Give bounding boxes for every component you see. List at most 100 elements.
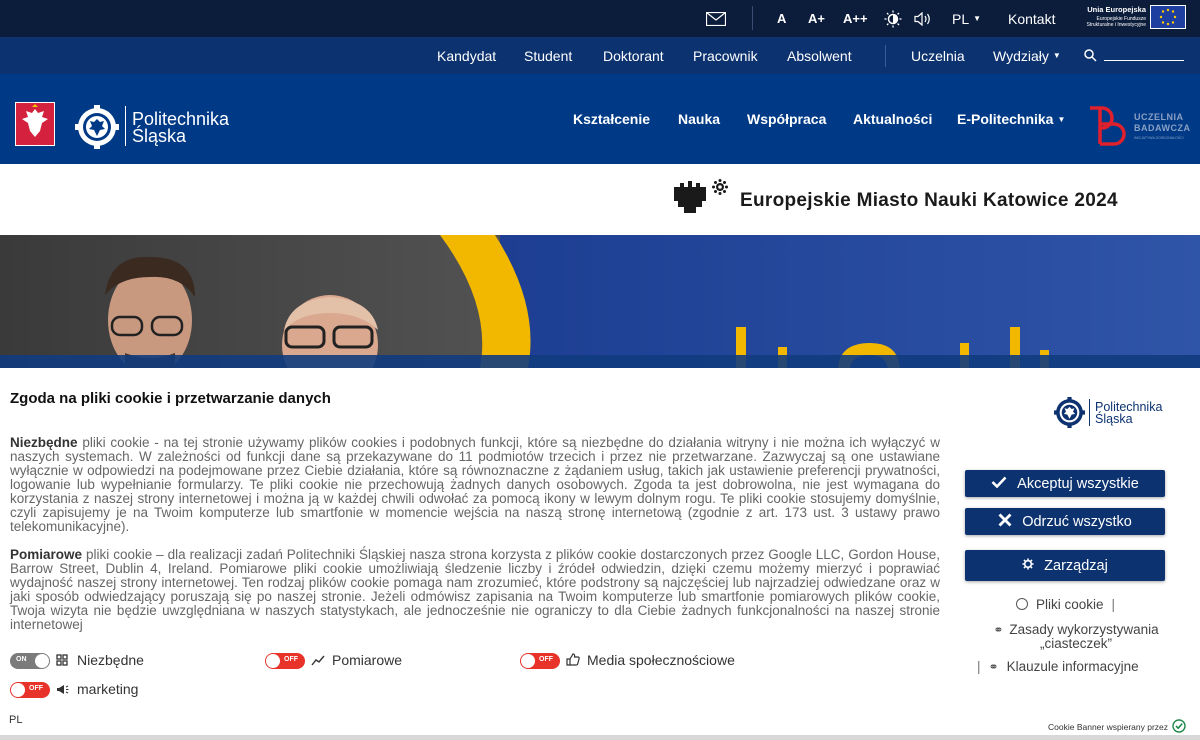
chevron-down-icon: ▼ xyxy=(973,14,982,23)
toggle-state-label: OFF xyxy=(284,656,298,663)
toggle-analytics[interactable]: OFF xyxy=(265,653,305,669)
reject-all-label: Odrzuć wszystko xyxy=(1022,513,1132,530)
search-icon[interactable] xyxy=(1084,37,1097,74)
shield-check-icon xyxy=(1172,719,1186,735)
top-utility-bar: A A+ A++ PL ▼ Kontakt Unia Europejska Eu… xyxy=(0,0,1200,37)
font-size-medium-button[interactable]: A+ xyxy=(808,0,825,37)
link-separator: | xyxy=(977,659,981,674)
cookie-analytics-text: Pomiarowe pliki cookie – dla realizacji … xyxy=(10,548,940,632)
toggle-knob xyxy=(521,654,535,668)
megaphone-icon xyxy=(56,684,69,698)
cookie-necessary-heading: Niezbędne xyxy=(10,435,78,450)
scroll-strip xyxy=(0,735,1200,740)
eu-title: Unia Europejska xyxy=(1087,5,1146,14)
nav-uczelnia[interactable]: Uczelnia xyxy=(911,37,965,74)
category-label-necessary: Niezbędne xyxy=(77,652,144,668)
reject-all-button[interactable]: Odrzuć wszystko xyxy=(965,508,1165,535)
cookie-title: Zgoda na pliki cookie i przetwarzanie da… xyxy=(10,390,331,407)
emn-title: Europejskie Miasto Nauki Katowice 2024 xyxy=(740,190,1118,211)
eu-flag-icon xyxy=(1150,5,1186,29)
manage-label: Zarządzaj xyxy=(1044,557,1108,574)
chevron-down-icon: ▼ xyxy=(1052,51,1061,60)
nav-pracownik[interactable]: Pracownik xyxy=(693,37,758,74)
powered-by-label: Cookie Banner wspierany przez xyxy=(1048,722,1169,732)
eu-logo: Unia Europejska Europejskie Fundusze Str… xyxy=(1076,4,1188,32)
eu-subtitle-2: Strukturalne i Inwestycyjne xyxy=(1086,22,1146,28)
language-code[interactable]: PL xyxy=(9,714,22,726)
emn-logo-icon xyxy=(674,179,728,213)
search-input[interactable] xyxy=(1104,60,1184,61)
check-icon xyxy=(991,476,1007,492)
contrast-icon[interactable] xyxy=(884,0,902,37)
badge-line3: INICJATYWA DOSKONAŁOŚCI xyxy=(1134,136,1184,140)
thumbs-up-icon xyxy=(566,653,580,669)
nav-wspolpraca[interactable]: Współpraca xyxy=(747,74,826,164)
cookie-necessary-body: pliki cookie - na tej stronie używamy pl… xyxy=(10,435,940,534)
nav-wydzialy-label: Wydziały xyxy=(993,47,1049,64)
poland-emblem-icon xyxy=(15,102,55,146)
info-clauses-label: Klauzule informacyjne xyxy=(1006,659,1139,674)
language-label: PL xyxy=(952,10,970,27)
toggle-knob xyxy=(266,654,280,668)
cookie-analytics-heading: Pomiarowe xyxy=(10,547,83,562)
cookie-rules-label-2: „ciasteczek” xyxy=(1039,636,1112,651)
manage-button[interactable]: Zarządzaj xyxy=(965,550,1165,581)
logo-name-line2: Śląska xyxy=(132,126,187,146)
research-university-badge[interactable]: UCZELNIA BADAWCZA INICJATYWA DOSKONAŁOŚC… xyxy=(1086,104,1190,150)
gear-emblem-icon xyxy=(1054,397,1085,428)
chevron-down-icon: ▼ xyxy=(1057,114,1066,124)
category-label-analytics: Pomiarowe xyxy=(332,652,403,668)
link-icon: ⚭ xyxy=(993,623,1004,637)
contact-link[interactable]: Kontakt xyxy=(1008,0,1055,37)
nav-kandydat[interactable]: Kandydat xyxy=(437,37,496,74)
accept-all-label: Akceptuj wszystkie xyxy=(1017,475,1139,492)
hero-photo xyxy=(0,235,1200,368)
toggle-knob xyxy=(11,683,25,697)
nav-e-politechnika-label: E-Politechnika xyxy=(957,111,1054,127)
link-separator: | xyxy=(1111,597,1116,612)
category-label-social: Media społecznościowe xyxy=(587,652,735,668)
gear-emblem-icon xyxy=(75,105,119,149)
politechnika-logo[interactable]: Politechnika Śląska xyxy=(75,105,245,149)
toggle-state-label: ON xyxy=(16,656,27,663)
cookies-policy-label: Pliki cookie xyxy=(1036,597,1104,612)
cookie-analytics-body: pliki cookie – dla realizacji zadań Poli… xyxy=(10,547,940,632)
nav-doktorant[interactable]: Doktorant xyxy=(603,37,664,74)
sound-icon[interactable] xyxy=(914,0,932,37)
cookie-necessary-text: Niezbędne pliki cookie - na tej stronie … xyxy=(10,436,940,534)
badge-line2: BADAWCZA xyxy=(1134,123,1191,133)
accept-all-button[interactable]: Akceptuj wszystkie xyxy=(965,470,1165,497)
divider xyxy=(752,6,753,30)
powered-by[interactable]: Cookie Banner wspierany przez xyxy=(1048,719,1186,735)
chart-icon xyxy=(311,654,325,669)
nav-e-politechnika[interactable]: E-Politechnika ▼ xyxy=(957,74,1065,164)
cookie-rules-link[interactable]: ⚭ Zasady wykorzystywania „ciasteczek” xyxy=(976,622,1176,651)
divider xyxy=(885,45,886,67)
mail-icon[interactable] xyxy=(706,0,726,37)
cookie-rules-label-1: Zasady wykorzystywania xyxy=(1009,622,1159,637)
toggle-state-label: OFF xyxy=(539,656,553,663)
nav-student[interactable]: Student xyxy=(524,37,572,74)
nav-aktualnosci[interactable]: Aktualności xyxy=(853,74,932,164)
nav-nauka[interactable]: Nauka xyxy=(678,74,720,164)
toggle-social-media[interactable]: OFF xyxy=(520,653,560,669)
font-size-small-button[interactable]: A xyxy=(777,0,786,37)
link-icon: ⚭ xyxy=(988,660,999,674)
badge-line1: UCZELNIA xyxy=(1134,112,1184,122)
toggle-marketing[interactable]: OFF xyxy=(10,682,50,698)
font-size-large-button[interactable]: A++ xyxy=(843,0,868,37)
logo-divider xyxy=(125,106,126,146)
hero-image xyxy=(0,235,1200,368)
language-selector[interactable]: PL ▼ xyxy=(952,0,981,37)
toggle-necessary[interactable]: ON xyxy=(10,653,50,669)
nav-wydzialy[interactable]: Wydziały ▼ xyxy=(993,37,1061,74)
politechnika-logo-small: Politechnika Śląska xyxy=(1054,397,1184,429)
cookie-consent-dialog: Zgoda na pliki cookie i przetwarzanie da… xyxy=(0,368,1200,740)
nav-absolwent[interactable]: Absolwent xyxy=(787,37,852,74)
close-icon xyxy=(998,513,1012,531)
cookies-policy-link[interactable]: Pliki cookie | xyxy=(1016,597,1115,612)
info-clauses-link[interactable]: | ⚭ Klauzule informacyjne xyxy=(977,659,1139,674)
nav-ksztalcenie[interactable]: Kształcenie xyxy=(573,74,650,164)
cookie-icon xyxy=(1016,598,1028,610)
european-city-of-science-banner[interactable]: Europejskie Miasto Nauki Katowice 2024 xyxy=(0,164,1200,235)
